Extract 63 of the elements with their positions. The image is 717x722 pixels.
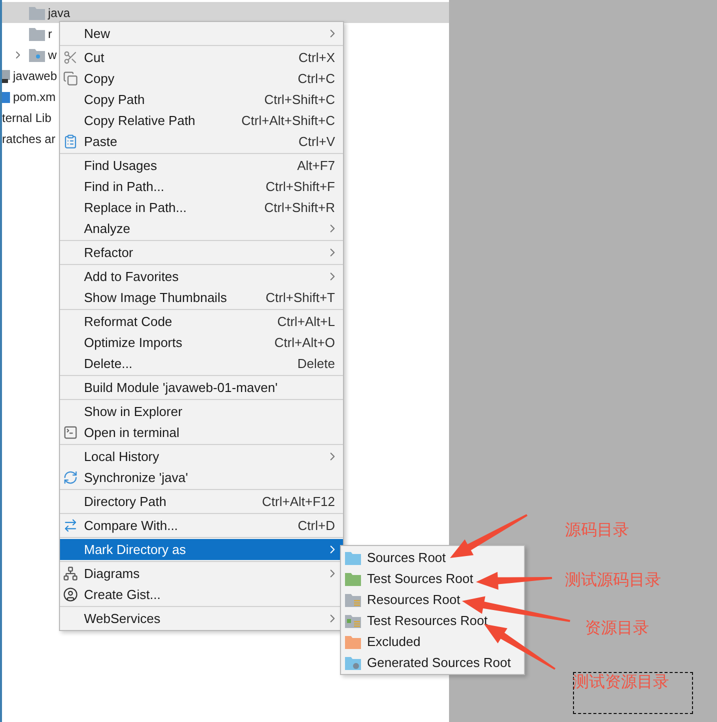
- menu-item[interactable]: Copy Relative Path Ctrl+Alt+Shift+C: [60, 110, 343, 131]
- annotation-label: 源码目录: [565, 520, 629, 541]
- menu-item[interactable]: Excluded: [367, 634, 420, 649]
- annotation-label: 测试源码目录: [565, 570, 661, 591]
- folder-icon: [345, 592, 361, 606]
- copy-icon: [63, 71, 78, 86]
- tree-item[interactable]: ternal Lib: [2, 110, 52, 124]
- menu-item[interactable]: Find Usages Alt+F7: [60, 155, 343, 176]
- scissors-icon: [63, 50, 78, 65]
- menu-item[interactable]: Synchronize 'java': [60, 467, 343, 488]
- menu-item[interactable]: New: [60, 23, 343, 44]
- sync-icon: [63, 470, 78, 485]
- menu-item[interactable]: Copy Ctrl+C: [60, 68, 343, 89]
- menu-item[interactable]: Test Resources Root: [367, 613, 488, 628]
- menu-item[interactable]: Optimize Imports Ctrl+Alt+O: [60, 332, 343, 353]
- menu-item[interactable]: Resources Root: [367, 592, 460, 607]
- folder-icon: [345, 614, 361, 628]
- menu-item[interactable]: Reformat Code Ctrl+Alt+L: [60, 311, 343, 332]
- folder-icon: [29, 48, 45, 62]
- menu-item[interactable]: Mark Directory as: [60, 539, 343, 560]
- tree-item[interactable]: pom.xm: [13, 90, 56, 104]
- menu-item[interactable]: Directory Path Ctrl+Alt+F12: [60, 491, 343, 512]
- menu-item[interactable]: Sources Root: [367, 550, 446, 565]
- folder-icon: [345, 572, 361, 586]
- menu-item[interactable]: Copy Path Ctrl+Shift+C: [60, 89, 343, 110]
- menu-item[interactable]: Create Gist...: [60, 584, 343, 605]
- menu-item[interactable]: Replace in Path... Ctrl+Shift+R: [60, 197, 343, 218]
- annotation-label: 资源目录: [585, 618, 649, 639]
- folder-icon: [345, 656, 361, 670]
- menu-item[interactable]: Diagrams: [60, 563, 343, 584]
- menu-item[interactable]: Delete... Delete: [60, 353, 343, 374]
- annotation-arrow: [484, 624, 556, 670]
- menu-item[interactable]: Find in Path... Ctrl+Shift+F: [60, 176, 343, 197]
- menu-item[interactable]: Paste Ctrl+V: [60, 131, 343, 152]
- module-icon: [2, 68, 10, 82]
- folder-icon: [29, 26, 45, 40]
- tree-item[interactable]: javaweb: [13, 68, 58, 82]
- menu-item[interactable]: Generated Sources Root: [367, 655, 511, 670]
- menu-item[interactable]: Build Module 'javaweb-01-maven': [60, 377, 343, 398]
- menu-item[interactable]: Show Image Thumbnails Ctrl+Shift+T: [60, 287, 343, 308]
- tree-item[interactable]: w: [48, 48, 57, 62]
- menu-item[interactable]: Cut Ctrl+X: [60, 47, 343, 68]
- menu-item[interactable]: Show in Explorer: [60, 401, 343, 422]
- annotation-label: 测试资源目录: [573, 672, 669, 693]
- menu-item[interactable]: Analyze: [60, 218, 343, 239]
- menu-item[interactable]: Open in terminal: [60, 422, 343, 443]
- folder-icon: [345, 634, 361, 648]
- compare-icon: [63, 518, 78, 533]
- menu-item[interactable]: Compare With... Ctrl+D: [60, 515, 343, 536]
- terminal-icon: [63, 425, 78, 440]
- tree-item[interactable]: java: [48, 6, 70, 20]
- tree-item[interactable]: ratches ar: [2, 132, 56, 146]
- menu-item[interactable]: Local History: [60, 446, 343, 467]
- menu-item[interactable]: Add to Favorites: [60, 266, 343, 287]
- menu-item[interactable]: WebServices: [60, 608, 343, 629]
- diagram-icon: [63, 566, 78, 581]
- folder-icon: [345, 550, 361, 564]
- menu-item[interactable]: Refactor: [60, 242, 343, 263]
- paste-icon: [63, 134, 78, 149]
- folder-icon: [29, 6, 45, 20]
- tree-item[interactable]: r: [48, 26, 52, 40]
- maven-icon: [2, 90, 10, 102]
- menu-item[interactable]: Test Sources Root: [367, 571, 474, 586]
